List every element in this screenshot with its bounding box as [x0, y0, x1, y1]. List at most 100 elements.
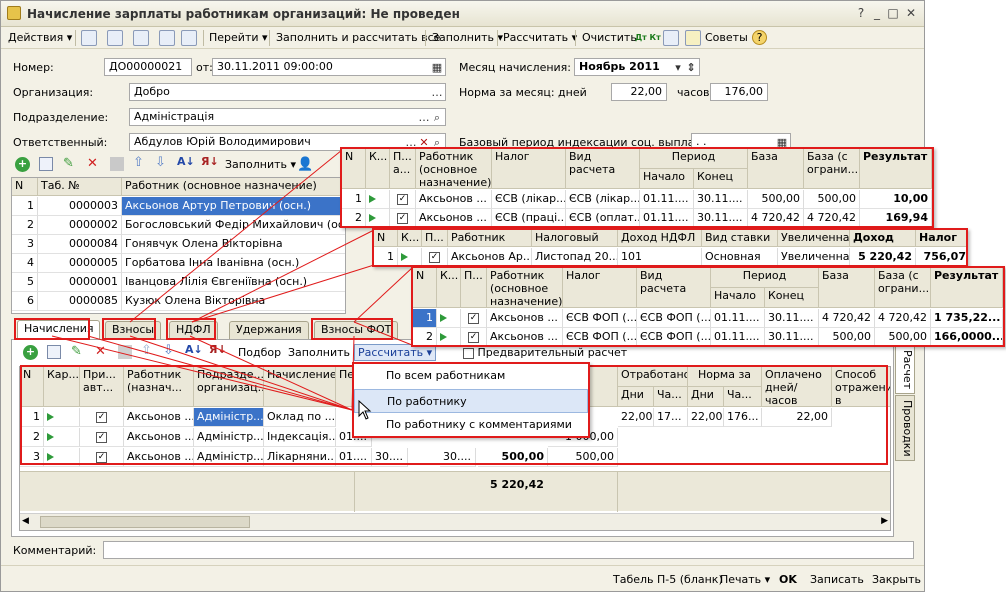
table-row[interactable]: ЄСВ (праці... [492, 209, 566, 226]
vz-auto-checkbox[interactable]: ✓ [390, 190, 416, 209]
menu-item-by-worker[interactable]: По работнику [354, 389, 588, 413]
nd-arrow-icon[interactable] [401, 253, 408, 261]
fot-check-icon[interactable]: ✓ [468, 331, 479, 343]
menu-item-by-worker-comments[interactable]: По работнику с комментариями [354, 413, 588, 437]
fot-col-start[interactable]: Начало [711, 288, 765, 308]
table-row[interactable]: 500,00 [875, 328, 931, 345]
table-row[interactable]: 4 720,42 [748, 209, 804, 226]
table-row[interactable]: 500,00 [804, 190, 860, 209]
table-row[interactable]: ЄСВ ФОП (... [563, 328, 637, 345]
table-row[interactable]: 4 720,42 [804, 209, 860, 226]
nd-col-increased[interactable]: Увеличенна... [778, 230, 850, 247]
table-row[interactable]: 1 735,22... [931, 309, 1003, 328]
nd-col-period[interactable]: Налоговый п... [532, 230, 618, 247]
table-row[interactable]: 01.11.... [640, 209, 694, 226]
vz-card-icon[interactable] [366, 209, 390, 226]
table-row[interactable]: Аксьонов Ар... [448, 248, 532, 265]
vz-col-p[interactable]: П... а... [390, 149, 416, 189]
vz-col-base[interactable]: База [748, 149, 804, 189]
table-row[interactable]: ЄСВ (лікар... [566, 190, 640, 209]
nd-col-k[interactable]: К... [398, 230, 422, 247]
vz-col-base-lim[interactable]: База (с ограни... [804, 149, 860, 189]
table-row[interactable]: 01.11.... [640, 190, 694, 209]
table-row[interactable]: ЄСВ (лікар... [492, 190, 566, 209]
nd-check-icon[interactable]: ✓ [429, 251, 440, 263]
vz-col-tax[interactable]: Налог [492, 149, 566, 189]
table-row[interactable]: 2 [413, 328, 437, 345]
nd-col-tax[interactable]: Налог [916, 230, 966, 247]
fot-arrow-icon[interactable] [440, 333, 447, 341]
table-row[interactable]: 10,00 [860, 190, 932, 209]
table-row[interactable]: 500,00 [819, 328, 875, 345]
vz-auto-checkbox[interactable]: ✓ [390, 209, 416, 226]
fot-col-period[interactable]: Период [711, 268, 819, 288]
vz-col-period[interactable]: Период [640, 149, 748, 169]
fot-col-p[interactable]: П... [461, 268, 487, 308]
nd-col-worker[interactable]: Работник (ос... [448, 230, 532, 247]
vz-col-n[interactable]: N [342, 149, 366, 189]
nd-col-rate[interactable]: Вид ставки [702, 230, 778, 247]
table-row[interactable]: 4 720,42 [875, 309, 931, 328]
nd-col-income-code[interactable]: Доход НДФЛ [618, 230, 702, 247]
table-row[interactable]: 169,94 [860, 209, 932, 226]
table-row[interactable]: 4 720,42 [819, 309, 875, 328]
table-row[interactable]: 2 [342, 209, 366, 226]
fot-col-worker[interactable]: Работник (основное назначение) [487, 268, 563, 308]
vz-arrow-icon[interactable] [369, 195, 376, 203]
fot-col-base-lim[interactable]: База (с ограни... [875, 268, 931, 308]
vz-col-k[interactable]: К... [366, 149, 390, 189]
table-row[interactable]: 756,07 [916, 248, 966, 265]
vz-arrow-icon[interactable] [369, 214, 376, 222]
fot-col-k[interactable]: К... [437, 268, 461, 308]
fot-check-icon[interactable]: ✓ [468, 312, 479, 324]
fot-card-icon[interactable] [437, 328, 461, 345]
table-row[interactable]: 01.11.... [711, 309, 765, 328]
table-row[interactable]: 01.11.... [711, 328, 765, 345]
nd-card-icon[interactable] [398, 248, 422, 265]
fot-col-calc[interactable]: Вид расчета [637, 268, 711, 308]
table-row[interactable]: 1 [413, 309, 437, 328]
vz-col-result[interactable]: Результат [860, 149, 932, 189]
fot-col-end[interactable]: Конец [765, 288, 819, 308]
table-row[interactable]: Увеличенная [778, 248, 850, 265]
table-row[interactable]: Листопад 20... [532, 248, 618, 265]
vz-col-start[interactable]: Начало [640, 169, 694, 189]
fot-col-base[interactable]: База [819, 268, 875, 308]
table-row[interactable]: 30.11.... [765, 309, 819, 328]
table-row[interactable]: 5 220,42 [850, 248, 916, 265]
menu-item-all-workers[interactable]: По всем работникам [354, 364, 588, 388]
table-row[interactable]: Аксьонов ... [487, 309, 563, 328]
table-row[interactable]: ЄСВ ФОП (... [563, 309, 637, 328]
table-row[interactable]: 1 [342, 190, 366, 209]
table-row[interactable]: 30.11.... [694, 209, 748, 226]
vz-check-icon[interactable]: ✓ [397, 193, 408, 205]
fot-auto-checkbox[interactable]: ✓ [461, 328, 487, 345]
nd-auto-checkbox[interactable]: ✓ [422, 248, 448, 265]
fot-col-n[interactable]: N [413, 268, 437, 308]
fot-card-icon[interactable] [437, 309, 461, 328]
fot-arrow-icon[interactable] [440, 314, 447, 322]
vz-col-end[interactable]: Конец [694, 169, 748, 189]
fot-col-result[interactable]: Результат [931, 268, 1003, 308]
table-row[interactable]: 500,00 [748, 190, 804, 209]
fot-auto-checkbox[interactable]: ✓ [461, 309, 487, 328]
table-row[interactable]: Основная [702, 248, 778, 265]
vz-col-worker[interactable]: Работник (основное назначение) [416, 149, 492, 189]
nd-col-income[interactable]: Доход [850, 230, 916, 247]
nd-col-n[interactable]: N [374, 230, 398, 247]
table-row[interactable]: 101 [618, 248, 702, 265]
table-row[interactable]: ЄСВ ФОП (... [637, 328, 711, 345]
table-row[interactable]: 30.11.... [765, 328, 819, 345]
table-row[interactable]: ЄСВ ФОП (... [637, 309, 711, 328]
fot-col-tax[interactable]: Налог [563, 268, 637, 308]
table-row[interactable]: 1 [374, 248, 398, 265]
vz-col-calc[interactable]: Вид расчета [566, 149, 640, 189]
table-row[interactable]: 30.11.... [694, 190, 748, 209]
table-row[interactable]: ЄСВ (оплат... [566, 209, 640, 226]
table-row[interactable]: 166,0000... [931, 328, 1003, 345]
nd-col-p[interactable]: П... [422, 230, 448, 247]
table-row[interactable]: Аксьонов ... [416, 209, 492, 226]
vz-check-icon[interactable]: ✓ [397, 212, 408, 224]
vz-card-icon[interactable] [366, 190, 390, 209]
table-row[interactable]: Аксьонов ... [487, 328, 563, 345]
